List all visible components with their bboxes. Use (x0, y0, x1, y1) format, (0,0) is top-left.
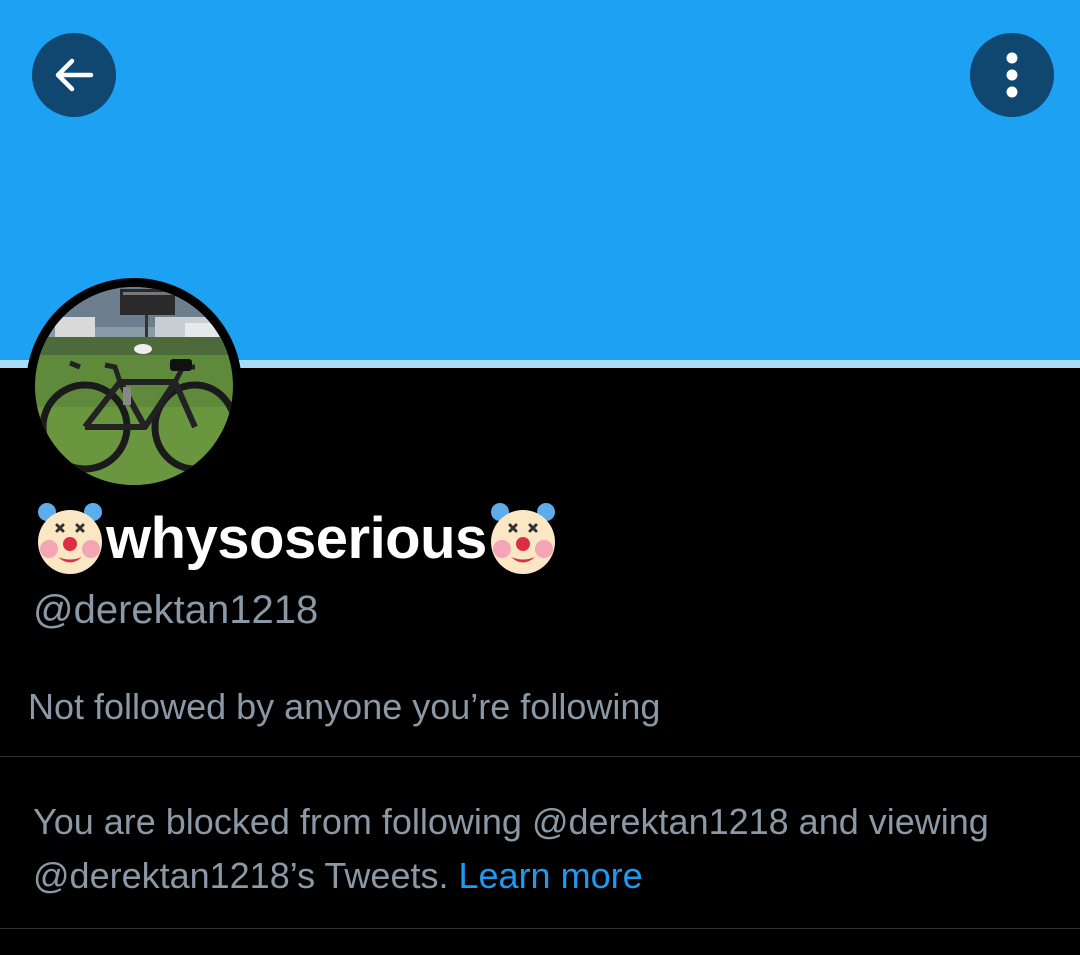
blocked-notice: You are blocked from following @derektan… (33, 795, 1043, 903)
profile-handle: @derektan1218 (33, 588, 319, 632)
clown-face-icon (490, 503, 555, 574)
clown-face-icon (38, 503, 102, 574)
divider (0, 928, 1080, 929)
avatar-photo (35, 287, 233, 485)
display-name-text: whysoserious (106, 505, 487, 571)
display-name: whysoserious (34, 496, 559, 580)
divider (0, 756, 1080, 757)
avatar[interactable] (26, 278, 242, 494)
more-options-button[interactable] (970, 33, 1054, 117)
followers-you-know[interactable]: Not followed by anyone you’re following (28, 686, 660, 728)
more-vertical-icon (1006, 52, 1018, 98)
arrow-left-icon (55, 58, 94, 92)
learn-more-link[interactable]: Learn more (459, 855, 643, 896)
back-button[interactable] (32, 33, 116, 117)
